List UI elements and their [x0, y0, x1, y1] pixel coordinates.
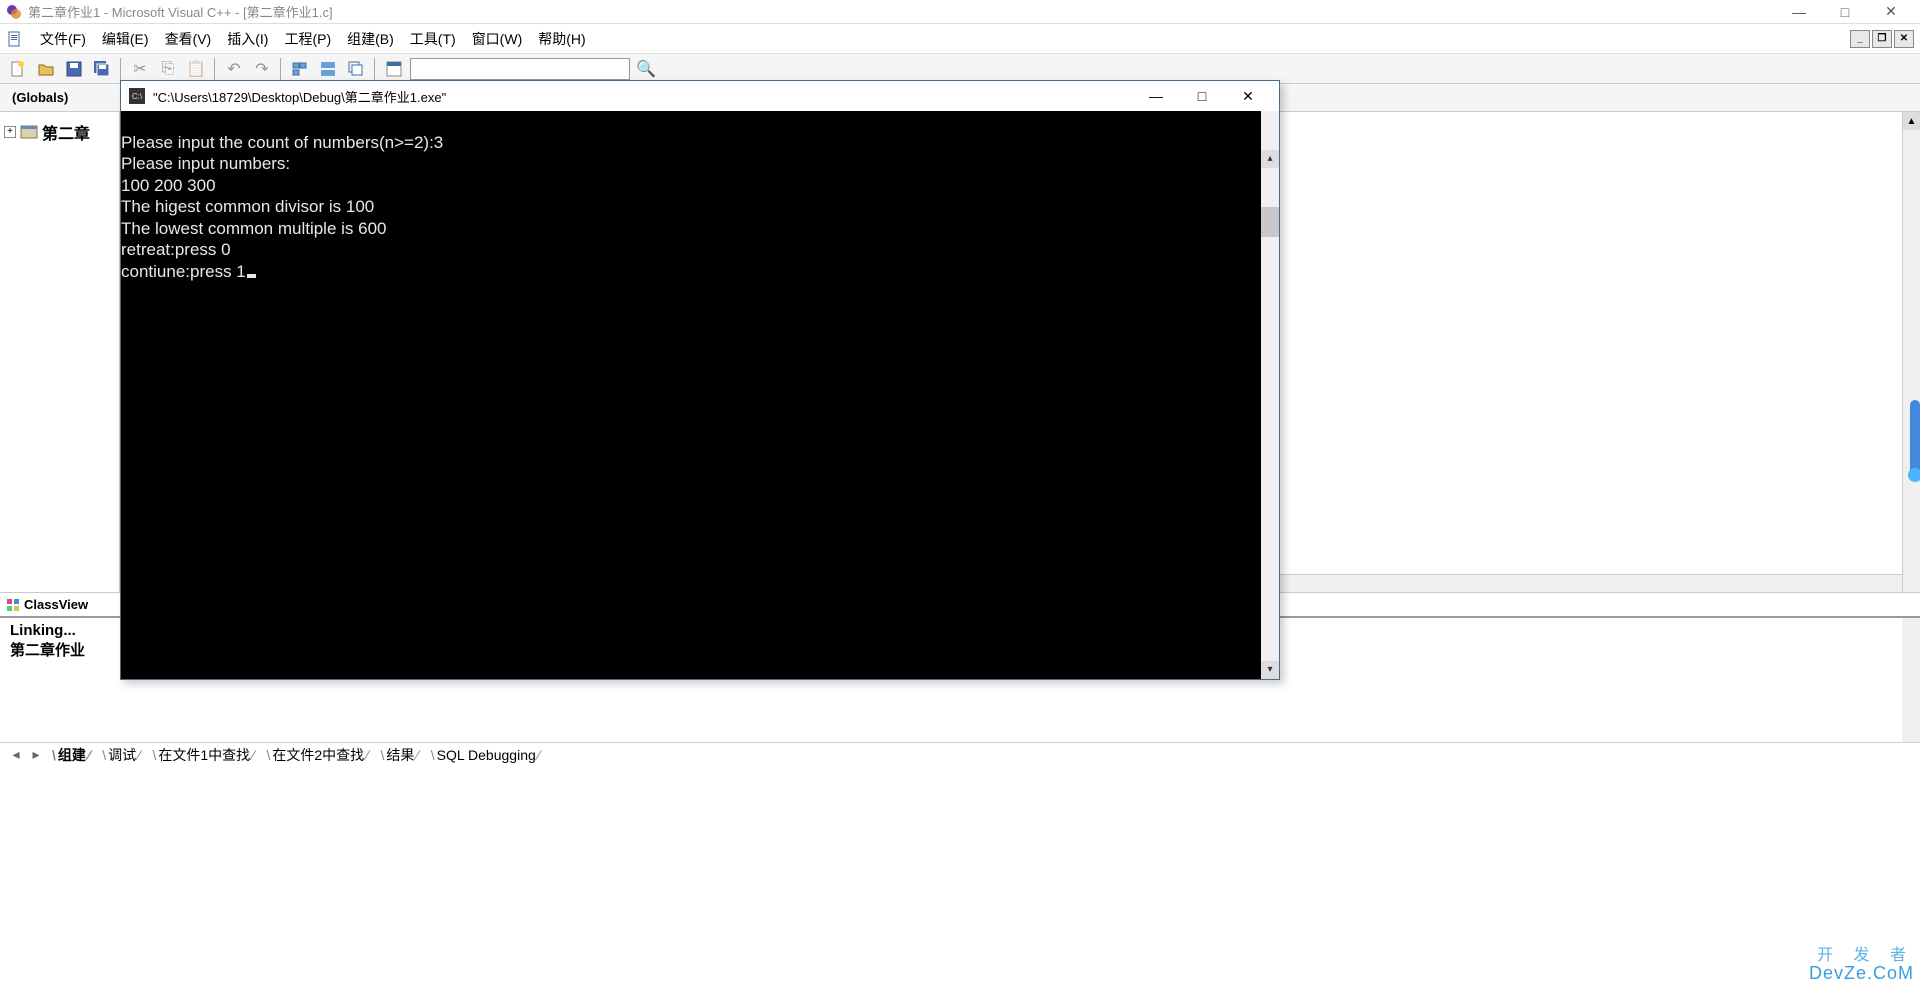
separator: [374, 58, 376, 80]
menu-view[interactable]: 查看(V): [157, 27, 220, 51]
scope-combo-label[interactable]: (Globals): [6, 90, 86, 105]
tree-root-label: 第二章: [42, 120, 90, 144]
tabs-prev-icon[interactable]: ◂: [6, 746, 26, 764]
output-tab-build[interactable]: 组建: [46, 745, 96, 765]
tile-icon[interactable]: [316, 57, 340, 81]
tree-root[interactable]: + 第二章: [4, 120, 115, 144]
open-icon[interactable]: [34, 57, 58, 81]
app-icon: [6, 4, 22, 20]
menu-tools[interactable]: 工具(T): [402, 27, 464, 51]
menu-help[interactable]: 帮助(H): [530, 27, 593, 51]
title-text: 第二章作业1 - Microsoft Visual C++ - [第二章作业1.…: [28, 2, 333, 21]
menu-window[interactable]: 窗口(W): [464, 27, 531, 51]
output-tab-find2[interactable]: 在文件2中查找: [261, 745, 375, 765]
watermark-bottom: DevZe.CoM: [1809, 964, 1914, 984]
document-icon: [6, 30, 24, 48]
expand-icon[interactable]: +: [4, 126, 16, 138]
console-minimize[interactable]: —: [1133, 81, 1179, 111]
menu-file[interactable]: 文件(F): [32, 27, 94, 51]
separator: [280, 58, 282, 80]
output-tabs: ◂ ▸ 组建 调试 在文件1中查找 在文件2中查找 结果 SQL Debuggi…: [0, 742, 1920, 766]
toggle-icon[interactable]: [382, 57, 406, 81]
output-tab-results[interactable]: 结果: [375, 745, 425, 765]
console-line: contiune:press 1: [121, 262, 246, 281]
scroll-up-icon[interactable]: ▲: [1903, 112, 1920, 130]
menu-project[interactable]: 工程(P): [276, 27, 339, 51]
menu-edit[interactable]: 编辑(E): [94, 27, 157, 51]
console-line: Please input the count of numbers(n>=2):…: [121, 133, 443, 152]
console-window: C:\ "C:\Users\18729\Desktop\Debug\第二章作业1…: [120, 80, 1280, 680]
separator: [214, 58, 216, 80]
console-line: 100 200 300: [121, 176, 216, 195]
mdi-close[interactable]: ✕: [1894, 30, 1914, 48]
undo-icon[interactable]: ↶: [222, 57, 246, 81]
page-scroll-thumb[interactable]: [1908, 468, 1920, 482]
menu-build[interactable]: 组建(B): [339, 27, 402, 51]
classview-label: ClassView: [24, 597, 88, 612]
tabs-next-icon[interactable]: ▸: [26, 746, 46, 764]
cut-icon[interactable]: ✂: [128, 57, 152, 81]
find-combo[interactable]: [410, 58, 630, 80]
console-line: The lowest common multiple is 600: [121, 219, 387, 238]
close-button[interactable]: ✕: [1868, 0, 1914, 24]
save-icon[interactable]: [62, 57, 86, 81]
console-maximize[interactable]: □: [1179, 81, 1225, 111]
save-all-icon[interactable]: [90, 57, 114, 81]
minimize-button[interactable]: —: [1776, 0, 1822, 24]
paste-icon[interactable]: 📋: [184, 57, 208, 81]
console-vscrollbar[interactable]: ▴ ▾: [1261, 111, 1279, 679]
console-titlebar[interactable]: C:\ "C:\Users\18729\Desktop\Debug\第二章作业1…: [121, 81, 1279, 111]
workspace-panel: + 第二章: [0, 112, 120, 592]
scroll-up-icon[interactable]: ▴: [1261, 150, 1279, 168]
console-line: Please input numbers:: [121, 154, 290, 173]
search-icon[interactable]: 🔍: [634, 57, 658, 81]
output-tab-find1[interactable]: 在文件1中查找: [146, 745, 260, 765]
editor-vscrollbar[interactable]: ▲: [1902, 112, 1920, 592]
console-close[interactable]: ✕: [1225, 81, 1271, 111]
console-line: retreat:press 0: [121, 240, 231, 259]
mdi-minimize[interactable]: _: [1850, 30, 1870, 48]
console-title-text: "C:\Users\18729\Desktop\Debug\第二章作业1.exe…: [153, 87, 446, 106]
copy-icon[interactable]: ⎘: [156, 57, 180, 81]
output-vscrollbar[interactable]: [1902, 618, 1920, 742]
maximize-button[interactable]: □: [1822, 0, 1868, 24]
cascade-icon[interactable]: [344, 57, 368, 81]
output-tab-sql[interactable]: SQL Debugging: [425, 747, 546, 763]
main-titlebar: 第二章作业1 - Microsoft Visual C++ - [第二章作业1.…: [0, 0, 1920, 24]
output-tab-debug[interactable]: 调试: [96, 745, 146, 765]
separator: [120, 58, 122, 80]
menu-insert[interactable]: 插入(I): [219, 27, 276, 51]
mdi-restore[interactable]: ❐: [1872, 30, 1892, 48]
window-list-icon[interactable]: [288, 57, 312, 81]
mdi-controls: _ ❐ ✕: [1848, 30, 1914, 48]
classview-icon: [6, 598, 20, 612]
scroll-down-icon[interactable]: ▾: [1261, 661, 1279, 679]
console-icon: C:\: [129, 88, 145, 104]
project-icon: [20, 123, 38, 142]
new-icon[interactable]: [6, 57, 30, 81]
redo-icon[interactable]: ↷: [250, 57, 274, 81]
console-line: The higest common divisor is 100: [121, 197, 374, 216]
scroll-thumb[interactable]: [1261, 207, 1279, 237]
console-body[interactable]: Please input the count of numbers(n>=2):…: [121, 111, 1279, 679]
cursor: [247, 274, 256, 278]
watermark-top: 开 发 者: [1809, 947, 1914, 965]
watermark: 开 发 者 DevZe.CoM: [1809, 947, 1914, 984]
menubar: 文件(F) 编辑(E) 查看(V) 插入(I) 工程(P) 组建(B) 工具(T…: [0, 24, 1920, 54]
